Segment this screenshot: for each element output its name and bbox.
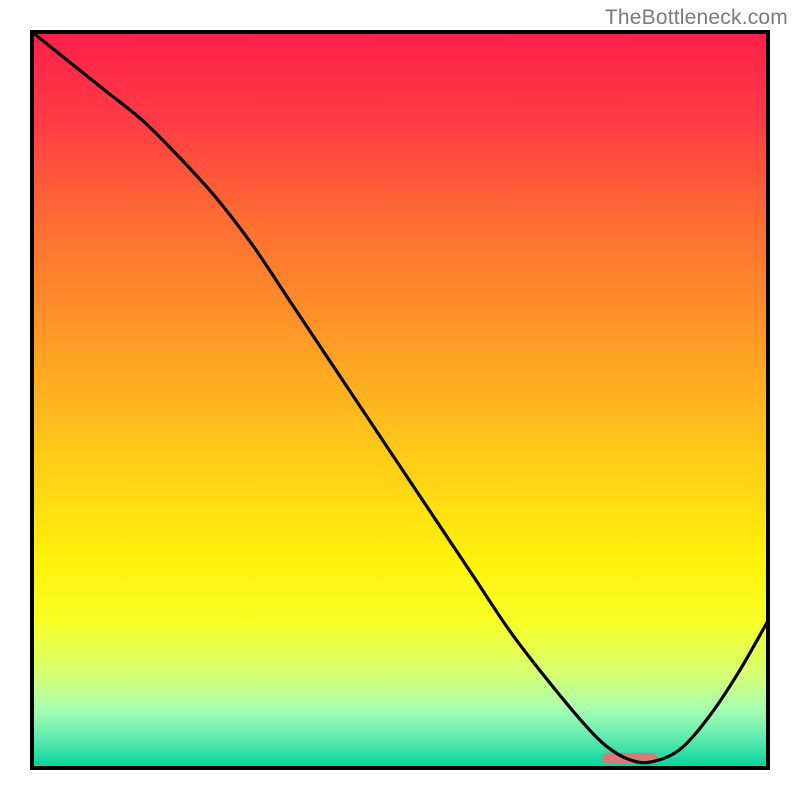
bottleneck-chart: TheBottleneck.com <box>0 0 800 800</box>
gradient-background <box>32 32 768 768</box>
watermark-text: TheBottleneck.com <box>605 6 788 30</box>
chart-svg <box>0 0 800 800</box>
